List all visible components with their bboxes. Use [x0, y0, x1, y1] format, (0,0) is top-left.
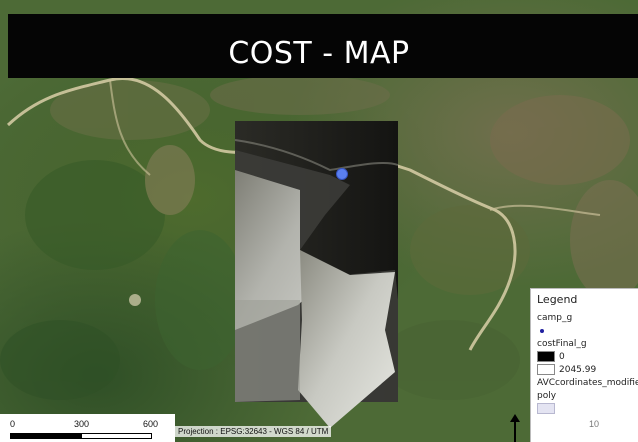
legend-layer-camp: camp_g — [537, 313, 573, 323]
north-arrow-icon — [510, 414, 520, 442]
scale-segment-black — [10, 433, 81, 439]
scale-label-600: 600 — [143, 419, 159, 429]
legend-layer-cost: costFinal_g — [537, 339, 587, 349]
cost-raster — [234, 121, 399, 428]
camp-point — [336, 168, 348, 180]
legend-title: Legend — [537, 293, 578, 306]
scale-segment-white — [81, 433, 152, 439]
projection-label: Projection : EPSG:32643 - WGS 84 / UTM — [175, 426, 332, 437]
legend-cost-high: 2045.99 — [537, 364, 638, 377]
legend-camp-symbol — [537, 325, 638, 338]
polygon-swatch — [537, 403, 555, 414]
point-symbol-icon — [540, 328, 544, 333]
low-value-swatch — [537, 351, 555, 362]
scale-label-300: 300 — [74, 419, 90, 429]
map-frame: COST - MAP Legend camp_g costFinal_g 0 2… — [0, 0, 638, 442]
legend-cost-low: 0 — [537, 351, 638, 364]
scale-label-0: 0 — [10, 419, 16, 429]
legend: Legend camp_g costFinal_g 0 2045.99 AVCc… — [530, 288, 638, 442]
legend-value-high: 2045.99 — [559, 365, 597, 375]
page-number: 10 — [589, 419, 600, 429]
legend-layer-avc-type: poly — [537, 391, 557, 401]
scale-bar: 0 300 600 — [0, 414, 175, 442]
map-title: COST - MAP — [228, 36, 410, 71]
high-value-swatch — [537, 364, 555, 375]
legend-poly-symbol — [537, 403, 638, 416]
legend-value-low: 0 — [559, 352, 565, 362]
legend-layer-avc: AVCcordinates_modified — [537, 378, 638, 388]
